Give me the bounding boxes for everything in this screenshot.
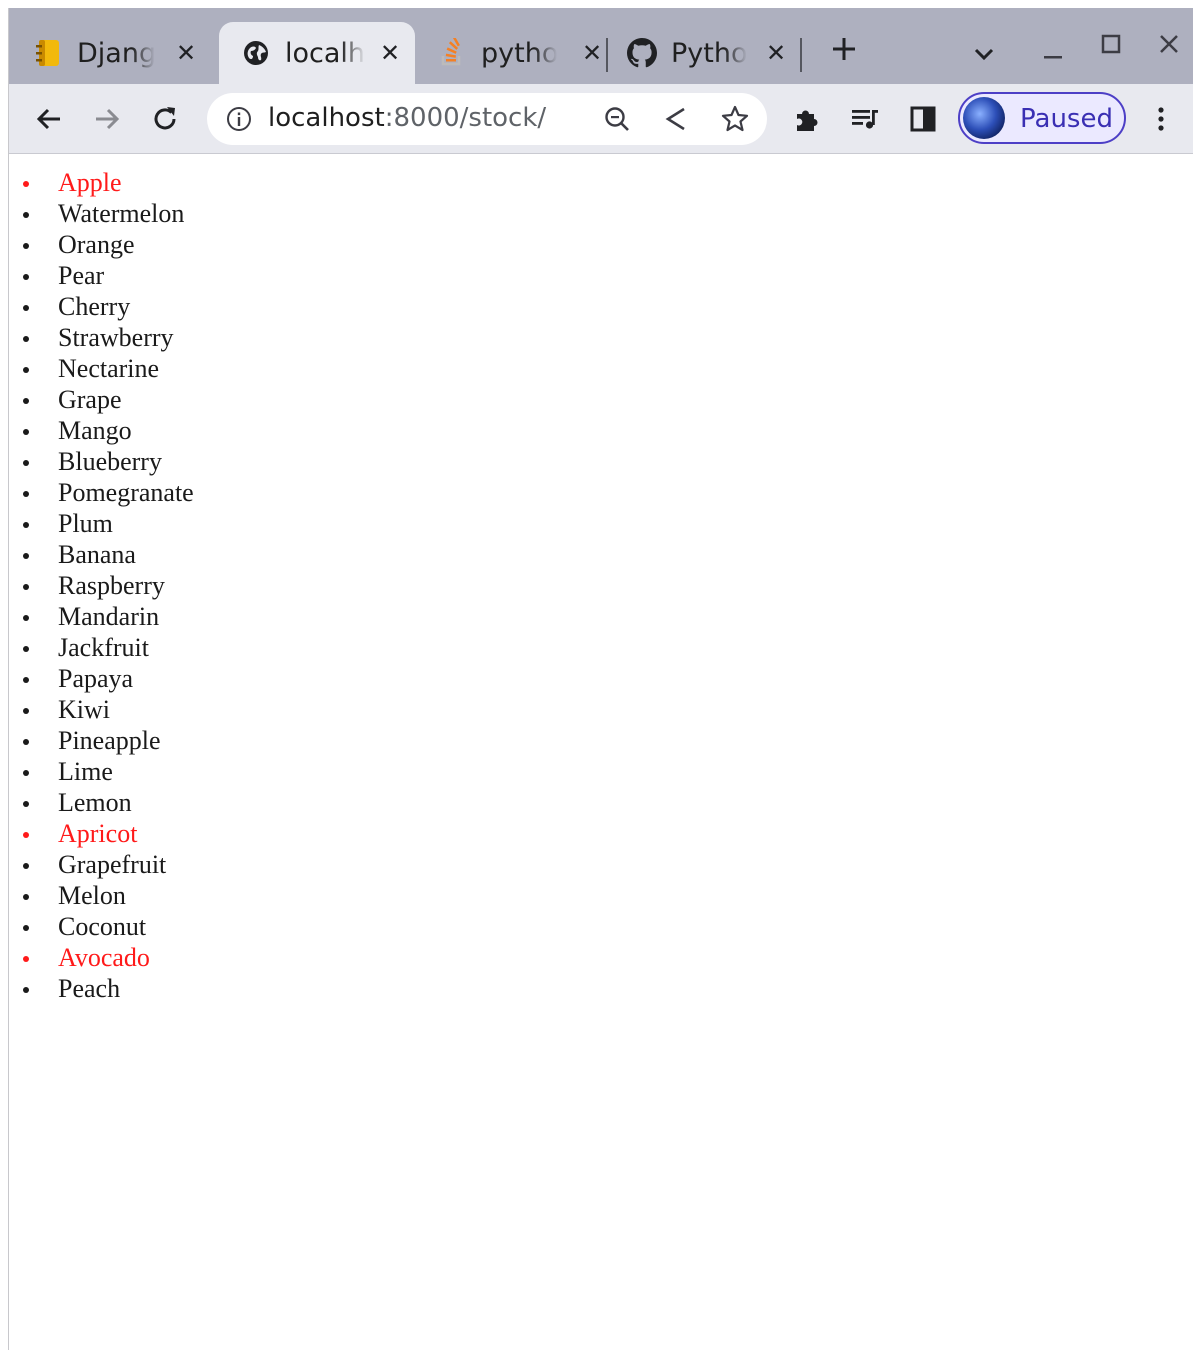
github-icon (627, 38, 657, 68)
list-item: Avocado (9, 942, 194, 973)
list-item: Grapefruit (9, 849, 194, 880)
maximize-button[interactable] (1093, 32, 1129, 62)
list-item: Nectarine (9, 353, 194, 384)
zoom-out-icon[interactable] (603, 105, 631, 133)
profile-button[interactable]: Paused (958, 92, 1126, 144)
puzzle-icon (797, 110, 818, 131)
navigation-toolbar: localhost:8000/stock/ Paused (9, 84, 1193, 154)
list-item: Kiwi (9, 694, 194, 725)
avatar (963, 97, 1005, 139)
list-item: Lemon (9, 787, 194, 818)
tab-strip: Djang ✕ localh ✕ pytho ✕ Pytho ✕ (9, 8, 1193, 84)
list-item: Mango (9, 415, 194, 446)
minimize-button[interactable] (1035, 38, 1071, 68)
list-item: Strawberry (9, 322, 194, 353)
list-item: Banana (9, 539, 194, 570)
side-panel-icon (910, 106, 936, 132)
stackoverflow-icon (437, 38, 467, 68)
tab-localhost[interactable]: localh ✕ (219, 22, 415, 84)
plus-icon (833, 38, 855, 60)
list-item: Orange (9, 229, 194, 260)
new-tab-button[interactable] (827, 34, 861, 68)
tab-search-button[interactable] (966, 38, 1002, 68)
list-item: Grape (9, 384, 194, 415)
url-text[interactable]: localhost:8000/stock/ (268, 103, 546, 133)
list-item: Pineapple (9, 725, 194, 756)
list-item: Raspberry (9, 570, 194, 601)
url-host: localhost (268, 103, 385, 133)
close-tab-icon[interactable]: ✕ (377, 39, 403, 67)
close-tab-icon[interactable]: ✕ (579, 39, 605, 67)
list-item: Watermelon (9, 198, 194, 229)
list-item: Pear (9, 260, 194, 291)
tab-title: localh (285, 37, 365, 69)
profile-status-label: Paused (1020, 104, 1113, 134)
close-icon (1160, 35, 1178, 53)
maximize-icon (1101, 34, 1121, 54)
tab-django[interactable]: Djang ✕ (33, 22, 213, 84)
minimize-icon (1044, 56, 1062, 59)
list-item: Apricot (9, 818, 194, 849)
tab-github[interactable]: Pytho ✕ (627, 22, 803, 84)
chevron-down-icon (974, 48, 994, 61)
forward-button[interactable] (89, 101, 125, 137)
list-item: Pomegranate (9, 477, 194, 508)
page-content: Apple Watermelon Orange Pear Cherry Strawberr… (9, 154, 1193, 1350)
menu-button[interactable] (1143, 101, 1179, 137)
extensions-button[interactable] (789, 101, 825, 137)
tab-title: pytho (481, 37, 557, 69)
tab-title: Djang (77, 37, 155, 69)
list-item: Papaya (9, 663, 194, 694)
queue-music-icon (852, 110, 878, 129)
list-item: Cherry (9, 291, 194, 322)
share-icon[interactable] (662, 104, 690, 134)
list-item: Lime (9, 756, 194, 787)
browser-window: Djang ✕ localh ✕ pytho ✕ Pytho ✕ localho… (8, 8, 1193, 1350)
reload-button[interactable] (147, 101, 183, 137)
close-window-button[interactable] (1151, 32, 1187, 62)
close-tab-icon[interactable]: ✕ (763, 39, 789, 67)
address-bar[interactable]: localhost:8000/stock/ (207, 93, 767, 145)
back-button[interactable] (31, 101, 67, 137)
tab-stackoverflow[interactable]: pytho ✕ (437, 22, 613, 84)
url-path: :8000/stock/ (384, 103, 547, 133)
side-panel-button[interactable] (905, 101, 941, 137)
forward-arrow-icon (96, 108, 120, 130)
tab-title: Pytho (671, 37, 747, 69)
list-item: Blueberry (9, 446, 194, 477)
list-item: Peach (9, 973, 194, 1004)
fruit-list: Apple Watermelon Orange Pear Cherry Strawberr… (9, 167, 194, 1004)
list-item: Coconut (9, 911, 194, 942)
notebook-icon (33, 38, 63, 68)
list-item: Melon (9, 880, 194, 911)
list-item: Plum (9, 508, 194, 539)
bookmark-star-icon[interactable] (720, 104, 750, 134)
close-tab-icon[interactable]: ✕ (173, 39, 199, 67)
list-item: Mandarin (9, 601, 194, 632)
reload-icon (154, 107, 176, 130)
list-item: Jackfruit (9, 632, 194, 663)
list-item: Apple (9, 167, 194, 198)
media-controls-button[interactable] (847, 101, 883, 137)
tab-separator (606, 38, 608, 72)
site-info-icon[interactable] (225, 105, 253, 133)
kebab-menu-icon (1158, 107, 1164, 131)
globe-icon (241, 38, 271, 68)
tab-separator (800, 38, 802, 72)
back-arrow-icon (36, 108, 60, 130)
